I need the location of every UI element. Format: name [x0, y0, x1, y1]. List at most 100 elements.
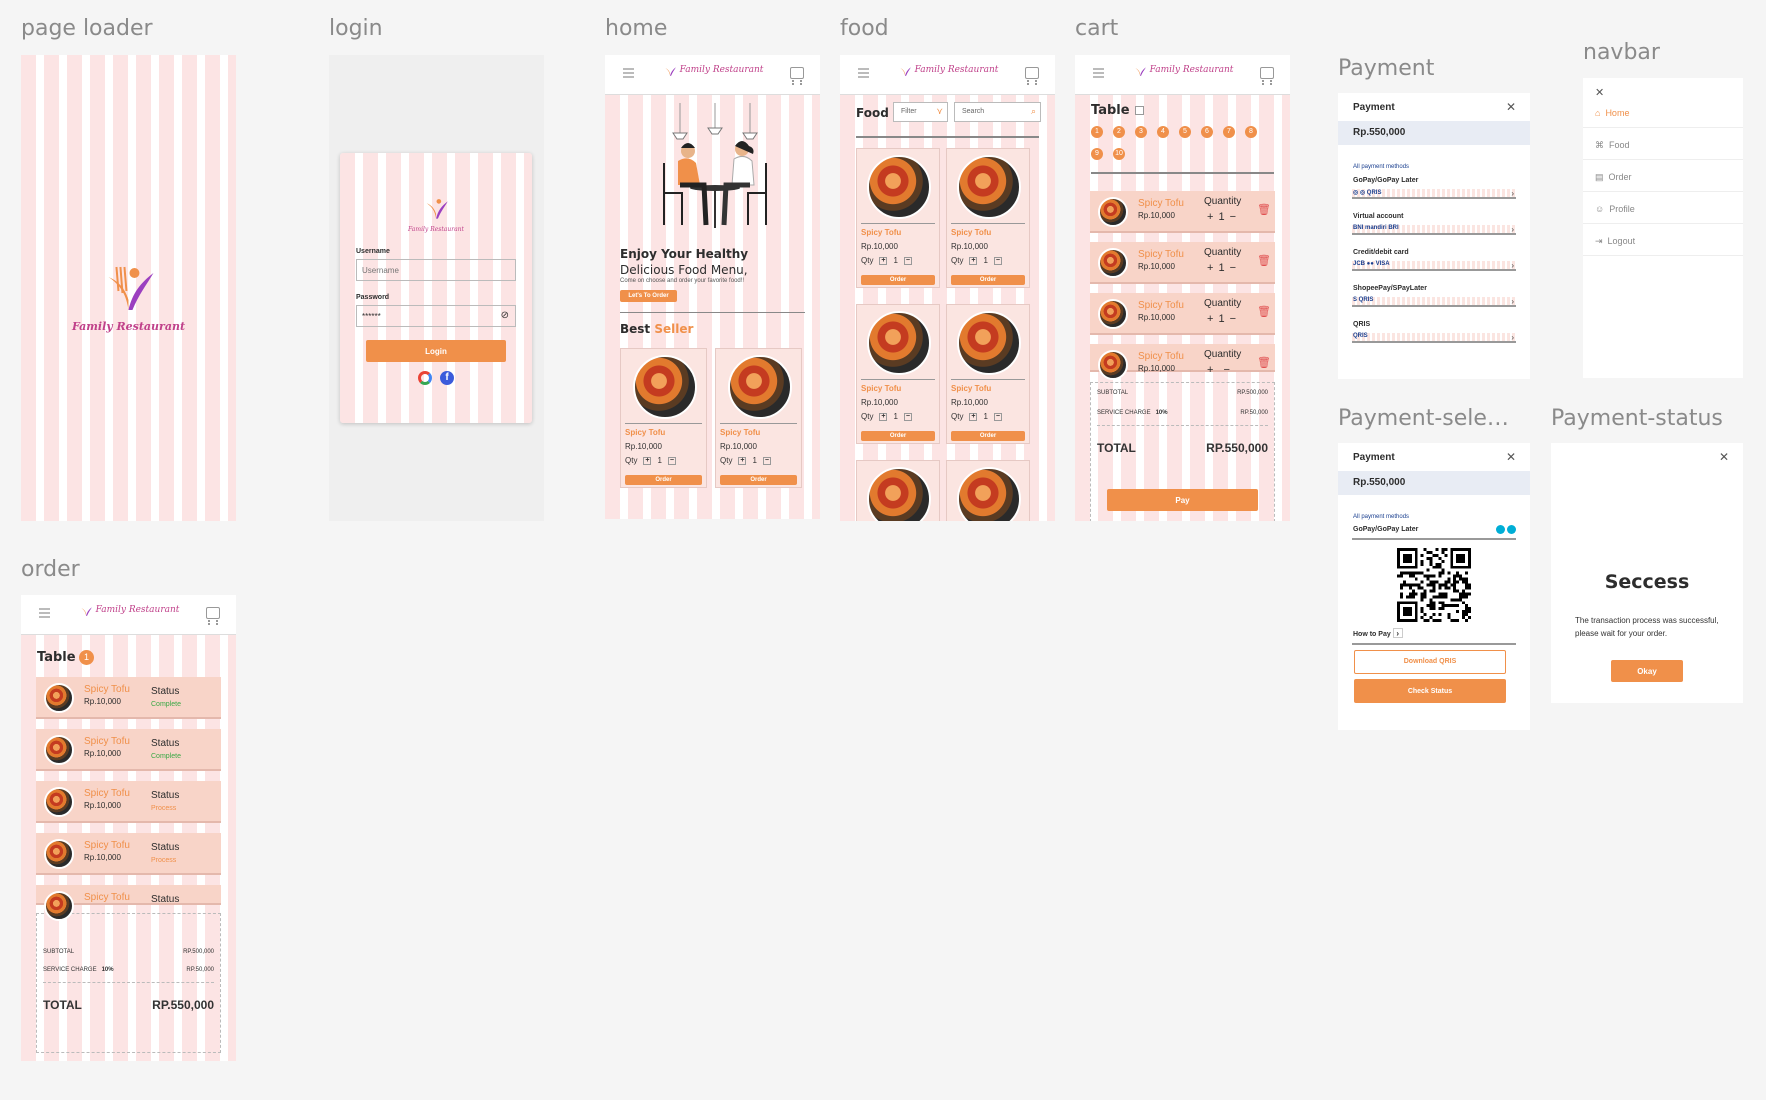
payment-method-option[interactable]: BNI mandiri BRI ›	[1352, 225, 1516, 235]
plus-icon[interactable]: +	[969, 256, 978, 265]
minus-icon[interactable]: −	[903, 412, 912, 421]
table-number-button[interactable]: 9	[1091, 148, 1103, 160]
table-number-button[interactable]: 10	[1113, 148, 1125, 160]
nav-item-logout[interactable]: ⇥ Logout	[1583, 228, 1743, 256]
check-status-button[interactable]: Check Status	[1354, 679, 1506, 703]
table-number-button[interactable]: 8	[1245, 126, 1257, 138]
minus-icon[interactable]: −	[1223, 364, 1229, 376]
table-number-button[interactable]: 1	[1091, 126, 1103, 138]
order-button[interactable]: Order	[861, 431, 935, 441]
order-button[interactable]: Order	[625, 475, 702, 485]
plus-icon[interactable]: +	[969, 412, 978, 421]
cart-icon[interactable]	[1025, 67, 1039, 83]
order-button[interactable]: Order	[720, 475, 797, 485]
product-price: Rp.10,000	[625, 442, 662, 451]
password-field[interactable]: ****** ⊘	[356, 305, 516, 327]
cart-icon[interactable]	[1260, 67, 1274, 83]
cart-icon[interactable]	[206, 607, 220, 623]
table-number-button[interactable]: 7	[1223, 126, 1235, 138]
trash-icon[interactable]: 🗑	[1257, 356, 1271, 369]
trash-icon[interactable]: 🗑	[1257, 305, 1271, 318]
minus-icon[interactable]: −	[993, 412, 1002, 421]
login-button[interactable]: Login	[366, 340, 506, 362]
download-qris-button[interactable]: Download QRIS	[1354, 650, 1506, 674]
payment-method-option[interactable]: QRIS ›	[1352, 333, 1516, 343]
home-headline: Enjoy Your Healthy	[620, 247, 749, 261]
minus-icon[interactable]: −	[903, 256, 912, 265]
nav-item-label: Order	[1608, 172, 1632, 182]
close-icon[interactable]: ✕	[1719, 450, 1729, 464]
minus-icon[interactable]: −	[667, 456, 676, 465]
lets-order-button[interactable]: Let's To Order	[620, 290, 677, 302]
search-input[interactable]: Search ⌕	[954, 102, 1041, 122]
chevron-right-icon[interactable]: ›	[1392, 628, 1403, 638]
minus-icon[interactable]: −	[993, 256, 1002, 265]
plus-icon[interactable]: +	[1207, 262, 1213, 274]
order-button[interactable]: Order	[951, 275, 1025, 285]
close-icon[interactable]: ✕	[1506, 100, 1516, 114]
how-to-pay-label[interactable]: How to Pay ›	[1353, 628, 1403, 638]
minus-icon[interactable]: −	[1230, 262, 1236, 274]
trash-icon[interactable]: 🗑	[1257, 203, 1271, 216]
facebook-icon[interactable]: f	[440, 371, 454, 385]
username-label: Username	[356, 248, 390, 255]
plus-icon[interactable]: +	[879, 256, 888, 265]
plus-icon[interactable]: +	[1207, 211, 1213, 223]
nav-item-food[interactable]: ⌘ Food	[1583, 132, 1743, 160]
payment-method-label: Virtual account	[1353, 213, 1404, 220]
product-card[interactable]: Spicy Tofu Rp.10,000 Qty +1− Order	[946, 304, 1030, 444]
plus-icon[interactable]: +	[879, 412, 888, 421]
nav-item-profile[interactable]: ☺ Profile	[1583, 196, 1743, 224]
plus-icon[interactable]: +	[1207, 313, 1213, 325]
google-icon[interactable]	[418, 371, 432, 385]
menu-icon[interactable]	[39, 608, 50, 618]
close-icon[interactable]: ✕	[1506, 450, 1516, 464]
header-logo: Family Restaurant	[1132, 63, 1233, 77]
menu-icon[interactable]	[858, 68, 869, 78]
product-card[interactable]: Spicy Tofu Rp.10,000 Qty +1− Order	[856, 304, 940, 444]
pay-button[interactable]: Pay	[1107, 489, 1258, 511]
cart-icon[interactable]	[790, 67, 804, 83]
product-name: Spicy Tofu	[625, 428, 666, 437]
menu-icon[interactable]	[1093, 68, 1104, 78]
quantity-label: Quantity	[1204, 349, 1242, 360]
menu-icon[interactable]	[623, 68, 634, 78]
plus-icon[interactable]: +	[1207, 364, 1213, 376]
product-card[interactable]: Spicy Tofu Rp.10,000 Qty +1− Order	[946, 148, 1030, 288]
plus-icon[interactable]: +	[738, 456, 747, 465]
table-checkbox[interactable]	[1135, 106, 1144, 115]
payment-method-option[interactable]: JCB ●● VISA ›	[1352, 261, 1516, 271]
table-number-button[interactable]: 6	[1201, 126, 1213, 138]
table-number-button[interactable]: 4	[1157, 126, 1169, 138]
product-price: Rp.10,000	[951, 242, 988, 251]
product-card[interactable]	[856, 460, 940, 521]
order-button[interactable]: Order	[861, 275, 935, 285]
table-number-button[interactable]: 3	[1135, 126, 1147, 138]
nav-item-order[interactable]: ▤ Order	[1583, 164, 1743, 192]
eye-off-icon[interactable]: ⊘	[501, 310, 509, 321]
close-icon[interactable]: ✕	[1595, 86, 1604, 99]
table-number-button[interactable]: 2	[1113, 126, 1125, 138]
item-name: Spicy Tofu	[84, 840, 130, 851]
product-card[interactable]: Spicy Tofu Rp.10,000 Qty +1− Order	[620, 348, 707, 488]
username-input[interactable]	[356, 259, 516, 281]
nav-item-home[interactable]: ⌂ Home	[1583, 100, 1743, 128]
trash-icon[interactable]: 🗑	[1257, 254, 1271, 267]
payment-method-option[interactable]: S QRIS ›	[1352, 297, 1516, 307]
quantity-label: Quantity	[1204, 196, 1242, 207]
plus-icon[interactable]: +	[643, 456, 652, 465]
minus-icon[interactable]: −	[1230, 211, 1236, 223]
product-card[interactable]: Spicy Tofu Rp.10,000 Qty +1− Order	[715, 348, 802, 488]
minus-icon[interactable]: −	[762, 456, 771, 465]
product-card[interactable]	[946, 460, 1030, 521]
payment-method-option[interactable]: ◎ ◎ QRIS ›	[1352, 189, 1516, 199]
filter-dropdown[interactable]: Filter ⋎	[893, 102, 948, 122]
food-image	[1098, 197, 1128, 227]
food-image	[867, 467, 931, 521]
order-button[interactable]: Order	[951, 431, 1025, 441]
minus-icon[interactable]: −	[1230, 313, 1236, 325]
table-number-button[interactable]: 5	[1179, 126, 1191, 138]
brand-name: Family Restaurant	[95, 605, 180, 615]
okay-button[interactable]: Okay	[1611, 660, 1683, 682]
product-card[interactable]: Spicy Tofu Rp.10,000 Qty +1− Order	[856, 148, 940, 288]
